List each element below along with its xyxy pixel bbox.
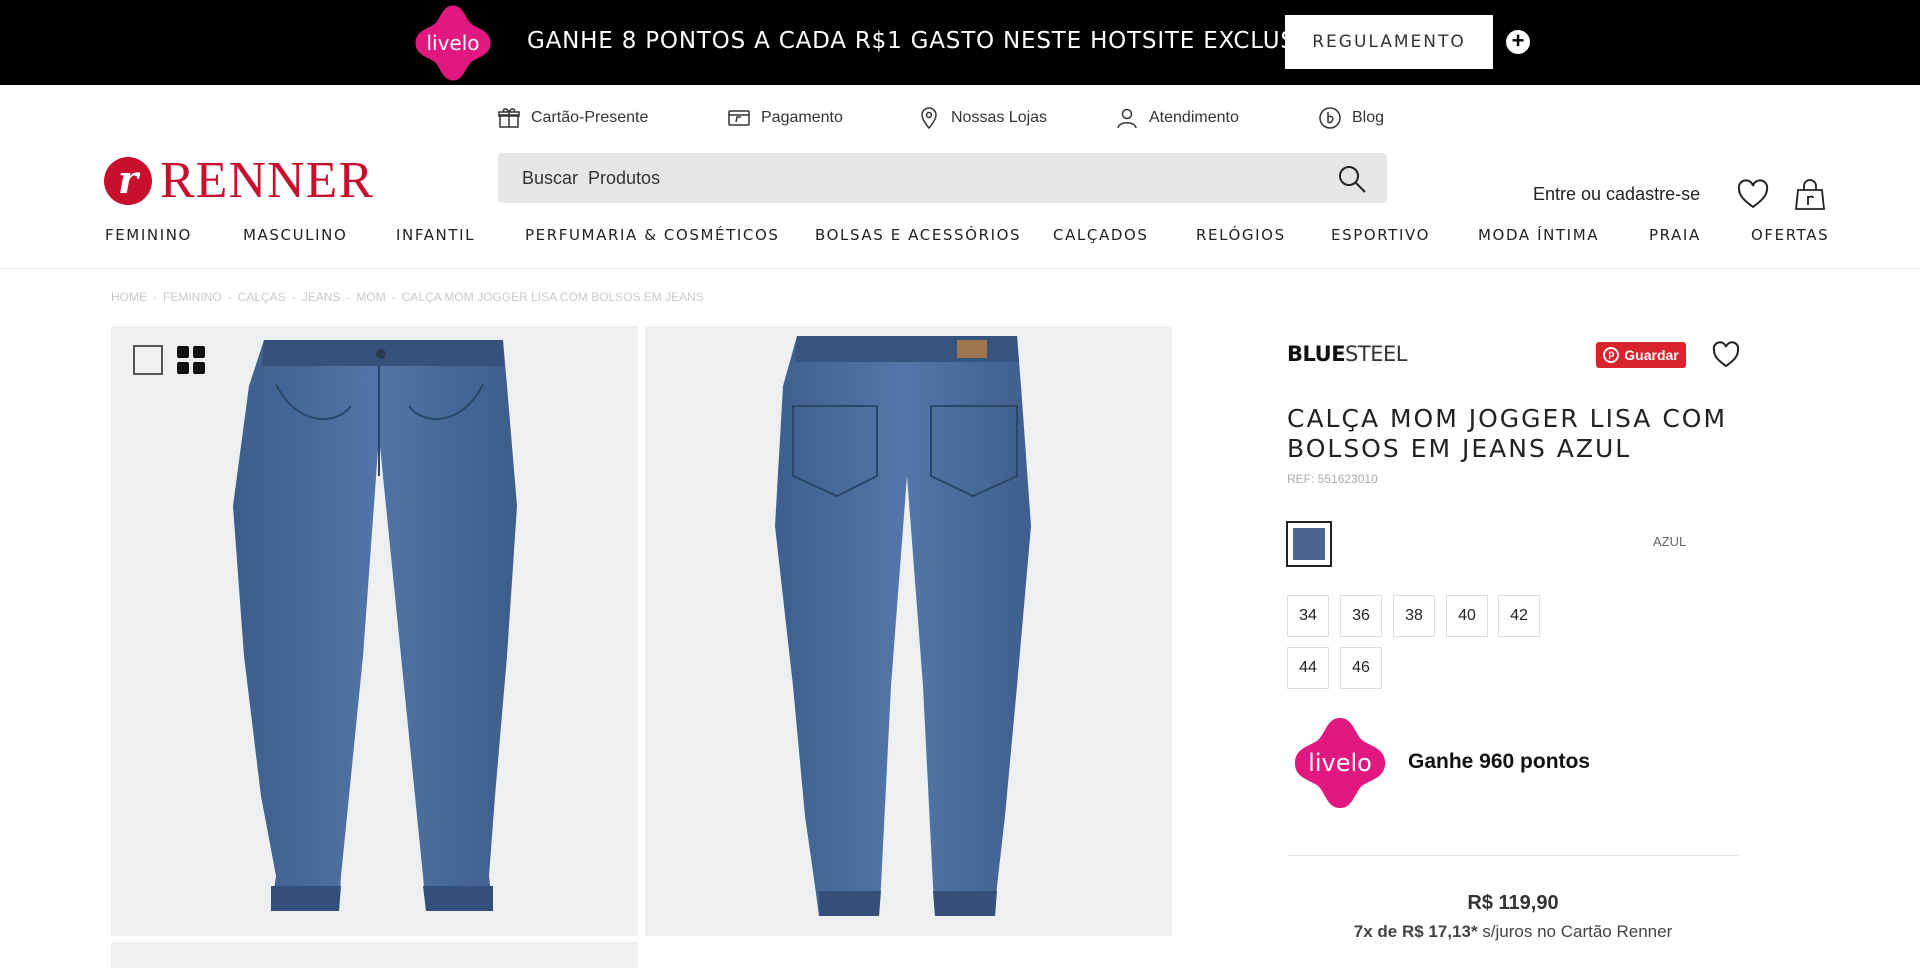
color-name: AZUL (1653, 534, 1687, 549)
size-option-34[interactable]: 34 (1287, 595, 1329, 637)
grid-view-icon[interactable] (176, 345, 206, 375)
nav-item-infantil[interactable]: INFANTIL (396, 226, 475, 244)
breadcrumb-current: CALÇA MOM JOGGER LISA COM BOLSOS EM JEAN… (401, 290, 704, 304)
breadcrumb-separator: - (346, 290, 351, 304)
livelo-logo: livelo (414, 4, 492, 82)
nav-item-praia[interactable]: PRAIA (1649, 226, 1701, 244)
nav-item-ofertas[interactable]: OFERTAS (1751, 226, 1829, 244)
size-option-44[interactable]: 44 (1287, 647, 1329, 689)
nav-item-perfumaria[interactable]: PERFUMARIA & COSMÉTICOS (525, 226, 780, 244)
size-option-36[interactable]: 36 (1340, 595, 1382, 637)
renner-logo-text: RENNER (160, 152, 374, 209)
promo-text: GANHE 8 PONTOS A CADA R$1 GASTO NESTE HO… (527, 28, 1339, 54)
pinterest-save-button[interactable]: p Guardar (1596, 342, 1686, 368)
installment-terms: s/juros no Cartão Renner (1477, 922, 1673, 941)
favorite-heart-icon[interactable] (1711, 340, 1741, 370)
size-option-38[interactable]: 38 (1393, 595, 1435, 637)
livelo-logo-text: livelo (426, 31, 480, 55)
utility-link-blog[interactable]: Blog (1318, 104, 1384, 132)
nav-item-masculino[interactable]: MASCULINO (243, 226, 347, 244)
breadcrumb-separator: - (291, 290, 296, 304)
search-icon[interactable] (1337, 164, 1367, 194)
plus-icon[interactable]: + (1506, 30, 1530, 54)
header-divider (0, 268, 1920, 269)
breadcrumb-home[interactable]: HOME (111, 290, 147, 304)
jeans-back-image (775, 336, 1031, 916)
single-view-icon[interactable] (133, 345, 163, 375)
utility-link-label: Atendimento (1149, 109, 1239, 126)
utility-link-label: Cartão-Presente (531, 109, 649, 126)
price-divider (1287, 855, 1739, 856)
breadcrumb-calcas[interactable]: CALÇAS (238, 290, 286, 304)
product-price: R$ 119,90 (1467, 892, 1559, 914)
card-icon (728, 110, 750, 126)
nav-item-moda-intima[interactable]: MODA ÍNTIMA (1478, 226, 1599, 244)
product-title: CALÇA MOM JOGGER LISA COM BOLSOS EM JEAN… (1287, 404, 1728, 463)
color-swatch-fill (1293, 528, 1325, 560)
size-option-40[interactable]: 40 (1446, 595, 1488, 637)
location-pin-icon (921, 107, 937, 130)
utility-link-payment[interactable]: Pagamento (727, 104, 843, 132)
breadcrumb-jeans[interactable]: JEANS (302, 290, 341, 304)
size-option-46[interactable]: 46 (1340, 647, 1382, 689)
promo-banner: livelo GANHE 8 PONTOS A CADA R$1 GASTO N… (0, 0, 1920, 85)
utility-link-stores[interactable]: Nossas Lojas (917, 104, 1047, 132)
breadcrumb-separator: - (153, 290, 157, 304)
renner-logo-mark: r (104, 157, 152, 205)
utility-link-label: Nossas Lojas (951, 109, 1048, 126)
shopping-bag-icon[interactable] (1793, 178, 1827, 212)
nav-item-calcados[interactable]: CALÇADOS (1053, 226, 1149, 244)
brand-logo[interactable]: BLUESTEEL (1287, 342, 1407, 366)
jeans-front-image (233, 340, 517, 911)
utility-link-gift-card[interactable]: Cartão-Presente (497, 104, 648, 132)
color-swatch-azul[interactable] (1286, 521, 1332, 567)
renner-logo[interactable]: r RENNER (104, 152, 374, 209)
livelo-points-logo: livelo (1293, 716, 1387, 810)
installment-amount: 7x de R$ 17,13* (1353, 922, 1478, 941)
blog-icon (1319, 107, 1341, 129)
product-photo-third[interactable] (111, 942, 638, 968)
utility-link-support[interactable]: Atendimento (1115, 104, 1239, 132)
gift-icon (498, 108, 520, 128)
search-bar (498, 153, 1387, 203)
wishlist-heart-icon[interactable] (1736, 178, 1770, 212)
user-icon (1117, 108, 1137, 129)
login-link[interactable]: Entre ou cadastre-se (1533, 184, 1700, 205)
main-nav: FEMININO MASCULINO INFANTIL PERFUMARIA &… (105, 226, 1828, 248)
search-input[interactable] (522, 153, 1302, 203)
breadcrumb: HOME - FEMININO - CALÇAS - JEANS - MOM - CALÇ… (111, 290, 704, 304)
nav-item-feminino[interactable]: FEMININO (105, 226, 192, 244)
product-ref: REF: 551623010 (1287, 472, 1378, 486)
utility-link-label: Pagamento (761, 109, 843, 126)
points-text: Ganhe 960 pontos (1408, 750, 1591, 773)
brand-name-light: STEEL (1345, 342, 1407, 366)
product-photo-front[interactable] (111, 326, 638, 936)
size-option-42[interactable]: 42 (1498, 595, 1540, 637)
breadcrumb-mom[interactable]: MOM (356, 290, 385, 304)
livelo-points-logo-text: livelo (1308, 749, 1372, 777)
nav-item-esportivo[interactable]: ESPORTIVO (1331, 226, 1430, 244)
breadcrumb-separator: - (227, 290, 232, 304)
pinterest-icon: p (1603, 347, 1620, 363)
nav-item-bolsas[interactable]: BOLSAS E ACESSÓRIOS (815, 226, 1021, 244)
brand-name-bold: BLUE (1287, 342, 1346, 366)
pinterest-save-label: Guardar (1624, 347, 1679, 363)
breadcrumb-separator: - (391, 290, 396, 304)
utility-link-label: Blog (1352, 109, 1385, 126)
product-photo-back[interactable] (645, 326, 1172, 936)
regulamento-button[interactable]: REGULAMENTO (1285, 15, 1493, 69)
breadcrumb-feminino[interactable]: FEMININO (163, 290, 222, 304)
nav-item-relogios[interactable]: RELÓGIOS (1196, 226, 1286, 244)
installment-info: 7x de R$ 17,13* s/juros no Cartão Renner (1287, 922, 1739, 942)
